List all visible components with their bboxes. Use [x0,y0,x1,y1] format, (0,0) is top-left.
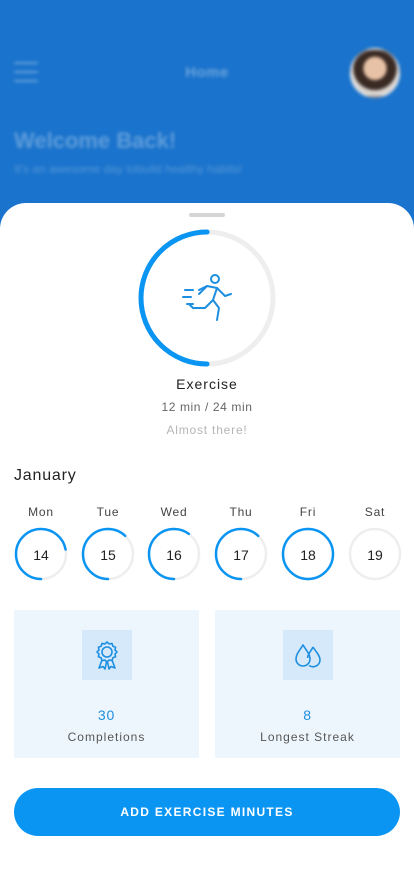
streak-value: 8 [303,707,312,723]
day-date: 17 [233,547,249,563]
day-name: Fri [299,505,317,519]
day-item[interactable]: Thu 17 [214,505,268,585]
habit-status-text: Almost there! [166,423,248,437]
day-date: 16 [166,547,182,563]
streak-card: 8 Longest Streak [215,610,400,758]
completions-value: 30 [97,707,116,723]
completions-icon-box [82,630,132,680]
day-item[interactable]: Fri 18 [281,505,335,585]
day-name: Tue [96,505,120,519]
day-name: Sat [364,505,386,519]
day-date: 18 [300,547,316,563]
habit-progress-text: 12 min / 24 min [161,400,253,414]
day-name: Thu [229,505,253,519]
day-item[interactable]: Tue 15 [81,505,135,585]
day-date: 19 [367,547,383,563]
day-date: 15 [100,547,116,563]
habit-detail-sheet: Exercise 12 min / 24 min Almost there! J… [0,203,414,896]
water-drops-icon [295,644,321,668]
day-name: Wed [160,505,188,519]
day-date: 14 [33,547,49,563]
day-item[interactable]: Sat 19 [348,505,402,585]
day-item[interactable]: Wed 16 [147,505,201,585]
avatar[interactable] [350,48,400,98]
week-day-strip: Mon 14 Tue 15 Wed 16 Thu 17 Fri 18 Sat 1… [14,505,402,585]
calendar-month: January [14,467,77,484]
habit-name: Exercise [176,376,238,392]
day-name: Mon [28,505,54,519]
welcome-subtitle: It's an awesome day tobuild healthy habi… [14,162,243,176]
completions-label: Completions [67,730,146,744]
award-ribbon-icon [96,641,118,670]
day-item[interactable]: Mon 14 [14,505,68,585]
add-exercise-minutes-button[interactable]: ADD EXERCISE MINUTES [14,788,400,836]
welcome-heading: Welcome Back! [14,128,177,153]
streak-icon-box [283,630,333,680]
sheet-drag-handle[interactable] [189,213,225,217]
completions-card: 30 Completions [14,610,199,758]
running-person-icon [182,274,232,321]
streak-label: Longest Streak [260,730,355,744]
